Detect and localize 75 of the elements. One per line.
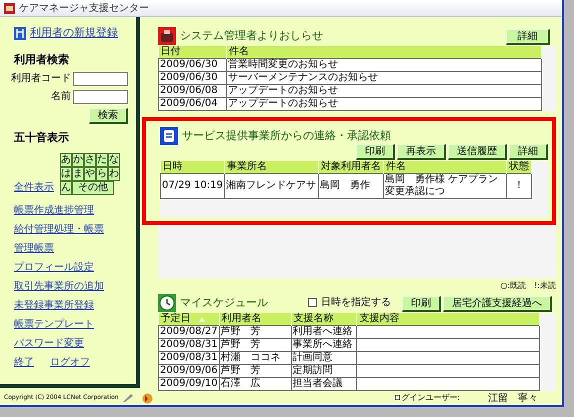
nav-link[interactable]: 帳票作成進捗管理 — [14, 202, 94, 218]
column-header[interactable]: 利用者名 — [219, 313, 292, 326]
panel-button[interactable]: 印刷 — [402, 296, 441, 312]
table-cell: 2009/06/04 — [158, 98, 226, 110]
table-cell: ！ — [506, 174, 532, 198]
input-field[interactable] — [73, 90, 128, 104]
column-header[interactable]: 事業所名 — [224, 161, 318, 174]
panel-button[interactable]: 送信履歴 — [448, 144, 507, 160]
table-cell: 石澤 広 — [219, 378, 292, 390]
kana-button[interactable]: た — [96, 152, 108, 166]
kana-button[interactable]: ら — [96, 166, 108, 180]
panel-button[interactable]: 居宅介護支援経過へ — [443, 296, 552, 312]
column-header[interactable]: 件名 — [383, 161, 506, 174]
table-cell: アップデートのお知らせ — [226, 98, 542, 110]
status-legend: ○:既読 !:未読 — [500, 280, 556, 292]
panel-button[interactable]: 検索 — [89, 108, 128, 124]
section-title: サービス提供事業所からの連絡・承認依頼 — [182, 128, 391, 144]
table-cell: 営業時間変更のお知らせ — [226, 58, 542, 72]
column-header[interactable]: 日付 — [158, 46, 226, 58]
register-link[interactable]: 利用者の新規登録 — [14, 25, 132, 42]
nav-link[interactable]: パスワード変更 — [14, 336, 84, 350]
table-cell: 2009/06/30 — [158, 58, 226, 72]
kana-button[interactable]: その他 — [72, 180, 114, 194]
sort-icon — [198, 316, 204, 322]
toolbox-icon — [158, 27, 176, 45]
kana-button[interactable]: あ — [60, 152, 72, 166]
column-header[interactable]: 支援内容 — [356, 313, 540, 326]
section-heading: 五十音表示 — [14, 130, 70, 146]
nav-link[interactable]: プロフィール設定 — [14, 260, 94, 274]
checkbox[interactable] — [308, 298, 317, 307]
nav-link[interactable]: 帳票テンプレート — [14, 316, 94, 332]
table-cell: 島岡 勇作 — [318, 174, 384, 198]
column-header[interactable]: 対象利用者名 — [318, 161, 384, 174]
panel-button[interactable]: 印刷 — [356, 144, 395, 160]
table-cell: 島岡 勇作様 ケアプラン変更承認につ — [383, 174, 506, 198]
section-heading: 利用者検索 — [14, 52, 70, 68]
app-icon — [4, 2, 15, 14]
window-title: ケアマネージャ支援センター — [19, 2, 149, 16]
column-header[interactable]: 日時 — [160, 161, 224, 174]
column-header[interactable]: 支援名称 — [291, 313, 357, 326]
kana-button[interactable]: ん — [60, 180, 72, 194]
document-icon — [160, 127, 178, 145]
table-cell: 07/29 10:19 — [160, 174, 224, 198]
table-cell: 担当者会議 — [291, 378, 357, 390]
kana-button[interactable]: は — [60, 166, 72, 180]
input-field[interactable] — [73, 72, 128, 86]
show-all-link[interactable]: 全件表示 — [14, 180, 54, 194]
field-label: 名前 — [51, 90, 71, 104]
table-cell: 湘南フレンドケアサ — [224, 174, 318, 198]
panel-button[interactable]: 再表示 — [397, 144, 446, 160]
column-header[interactable]: 件名 — [226, 46, 542, 58]
kana-button[interactable]: な — [108, 152, 120, 166]
panel-button[interactable]: 詳細 — [509, 144, 548, 160]
panel-button[interactable]: 詳細 — [506, 29, 550, 45]
section-title: マイスケジュール — [180, 294, 268, 311]
login-user: 江留 寧々 — [488, 392, 538, 406]
nav-link[interactable]: 未登録事業所登録 — [14, 298, 94, 312]
column-header[interactable]: 予定日 — [158, 313, 220, 326]
nav-link[interactable]: 給付管理処理・帳票 — [14, 222, 104, 236]
kana-button[interactable]: や — [84, 166, 96, 180]
kana-button[interactable]: か — [72, 152, 84, 166]
kana-button[interactable]: ま — [72, 166, 84, 180]
nav-link[interactable]: ログオフ — [50, 354, 90, 370]
section-title: システム管理者よりおしらせ — [180, 28, 323, 44]
nav-link[interactable]: 管理帳票 — [14, 240, 54, 256]
nav-link[interactable]: 取引先事業所の追加 — [14, 278, 104, 294]
checkbox-label: 日時を指定する — [321, 296, 391, 310]
table-cell: 2009/09/10 — [158, 378, 220, 390]
field-label: 利用者コード — [11, 72, 71, 86]
pen-icon — [122, 393, 134, 403]
table-cell: 2009/08/27 — [158, 326, 220, 338]
nav-link[interactable]: 終了 — [14, 354, 34, 370]
kana-button[interactable]: わ — [108, 166, 120, 180]
kana-button[interactable]: さ — [84, 152, 96, 166]
login-label: ログインユーザー: — [393, 392, 460, 404]
